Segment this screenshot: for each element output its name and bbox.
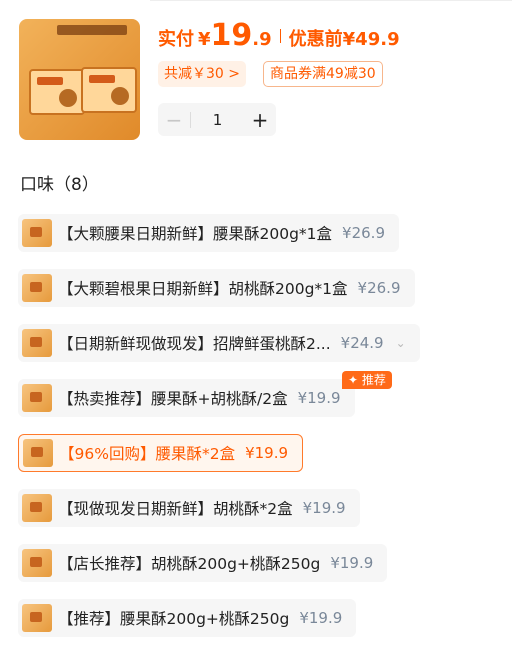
- option-thumbnail: [22, 494, 52, 522]
- flavor-option[interactable]: 【日期新鲜现做现发】招牌鲜蛋桃酥2... ¥24.9 ⌄: [18, 324, 420, 362]
- option-thumbnail: [22, 604, 52, 632]
- option-thumbnail: [22, 329, 52, 357]
- decrease-button[interactable]: −: [158, 108, 190, 132]
- option-price: ¥19.9: [299, 609, 343, 627]
- flavor-section-title: 口味（8）: [20, 175, 99, 195]
- price-decimal: .9: [252, 29, 272, 50]
- option-name: 【热卖推荐】腰果酥+胡桃酥/2盒: [58, 390, 288, 408]
- price-divider: [279, 28, 281, 43]
- option-price: ¥19.9: [245, 444, 289, 462]
- coupon-tag: 商品券满49减30: [263, 61, 383, 87]
- option-price: ¥24.9: [340, 334, 384, 352]
- flavor-option[interactable]: 【推荐】腰果酥200g+桃酥250g ¥19.9: [18, 599, 357, 637]
- option-thumbnail: [22, 384, 52, 412]
- option-name: 【大颗碧根果日期新鲜】胡桃酥200g*1盒: [58, 280, 348, 298]
- option-thumbnail: [23, 439, 53, 467]
- option-name: 【店长推荐】胡桃酥200g+桃酥250g: [58, 555, 321, 573]
- flavor-option[interactable]: 【热卖推荐】腰果酥+胡桃酥/2盒 ¥19.9: [18, 379, 355, 417]
- top-divider: [150, 0, 512, 5]
- flavor-option[interactable]: 【大颗腰果日期新鲜】腰果酥200g*1盒 ¥26.9: [18, 214, 399, 252]
- recommend-badge: ✦ 推荐: [342, 371, 392, 389]
- option-price: ¥19.9: [297, 389, 341, 407]
- increase-button[interactable]: +: [244, 108, 276, 132]
- option-price: ¥19.9: [302, 499, 346, 517]
- option-thumbnail: [22, 549, 52, 577]
- quantity-value[interactable]: 1: [191, 111, 244, 129]
- paid-label: 实付: [158, 29, 194, 50]
- option-thumbnail: [22, 219, 52, 247]
- option-price: ¥19.9: [330, 554, 374, 572]
- discount-total-tag[interactable]: 共减￥30 >: [158, 61, 246, 87]
- quantity-stepper: − 1 +: [158, 103, 276, 136]
- option-price: ¥26.9: [342, 224, 385, 242]
- option-name: 【96%回购】腰果酥*2盒: [59, 445, 236, 463]
- price-summary: 实付 ¥ 19 .9 优惠前 ¥49.9: [158, 18, 400, 53]
- option-name: 【推荐】腰果酥200g+桃酥250g: [58, 610, 290, 628]
- gift-box-illustration: [81, 67, 137, 113]
- gift-box-illustration: [29, 69, 85, 115]
- before-discount-label: 优惠前: [288, 29, 343, 50]
- flavor-option[interactable]: 【现做现发日期新鲜】胡桃酥*2盒 ¥19.9: [18, 489, 360, 527]
- option-price: ¥26.9: [357, 279, 401, 297]
- option-thumbnail: [22, 274, 52, 302]
- flavor-option-selected[interactable]: 【96%回购】腰果酥*2盒 ¥19.9: [18, 434, 304, 472]
- option-name: 【现做现发日期新鲜】胡桃酥*2盒: [58, 500, 293, 518]
- product-image[interactable]: [19, 19, 140, 140]
- price-integer: 19: [210, 18, 253, 53]
- brand-logo: [57, 25, 127, 35]
- currency-symbol: ¥: [198, 29, 211, 50]
- flavor-option[interactable]: 【店长推荐】胡桃酥200g+桃酥250g ¥19.9: [18, 544, 388, 582]
- before-discount-price: ¥49.9: [342, 29, 400, 50]
- option-name: 【日期新鲜现做现发】招牌鲜蛋桃酥2...: [58, 335, 331, 353]
- flavor-option[interactable]: 【大颗碧根果日期新鲜】胡桃酥200g*1盒 ¥26.9: [18, 269, 415, 307]
- chevron-down-icon[interactable]: ⌄: [396, 336, 406, 350]
- option-name: 【大颗腰果日期新鲜】腰果酥200g*1盒: [58, 225, 333, 243]
